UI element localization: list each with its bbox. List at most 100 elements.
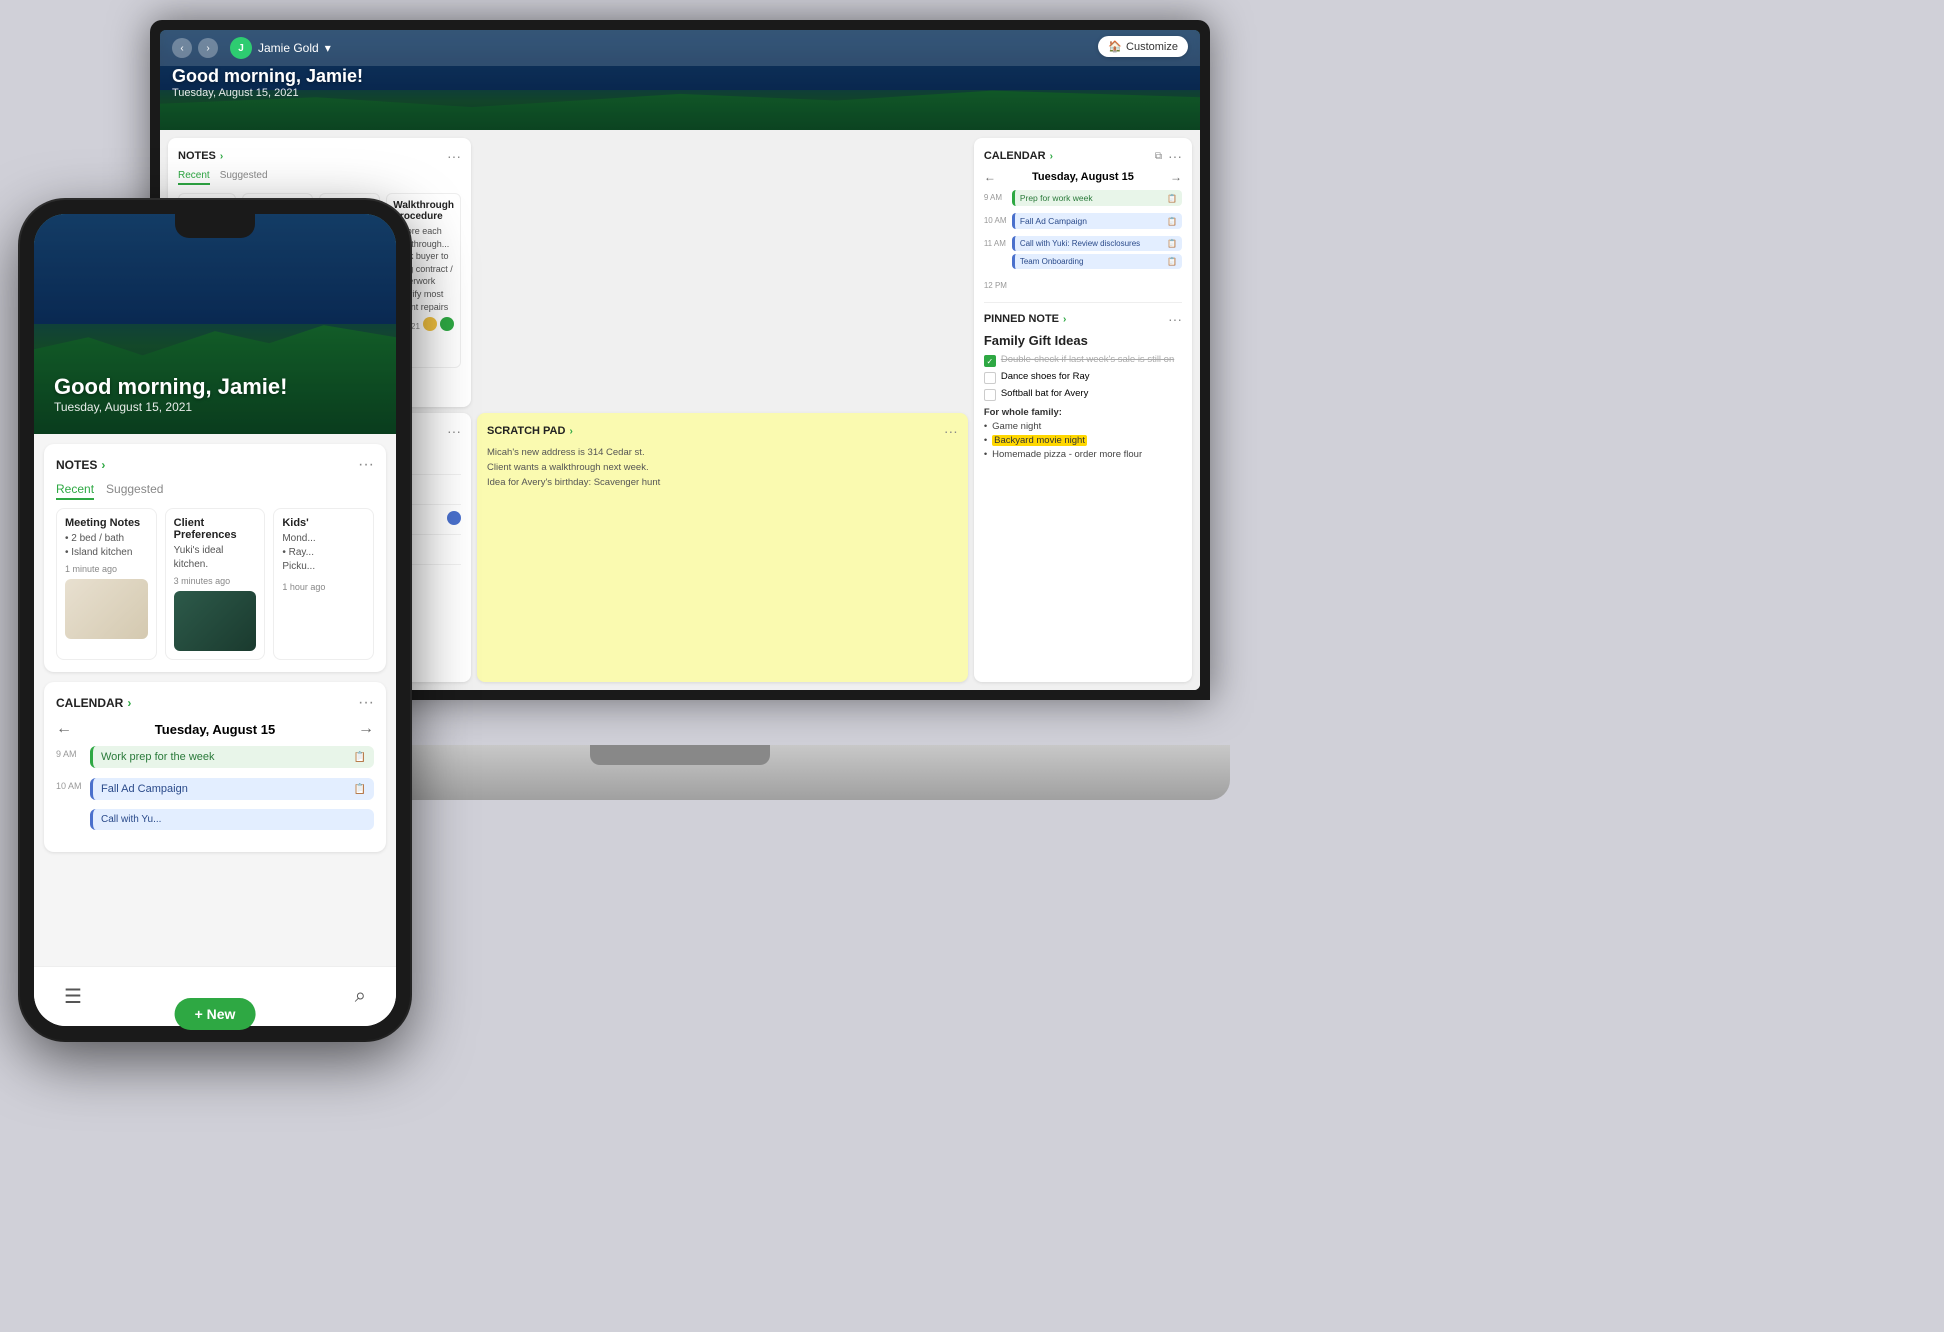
- phone-notes-more-button[interactable]: ···: [358, 456, 374, 474]
- scratch-pad-header: SCRATCH PAD › ···: [487, 423, 958, 439]
- calendar-more-button[interactable]: ···: [1168, 148, 1182, 164]
- phone-body: Good morning, Jamie! Tuesday, August 15,…: [20, 200, 410, 1040]
- laptop-user-name: Jamie Gold: [258, 41, 319, 55]
- pinned-more-button[interactable]: ···: [1168, 311, 1182, 327]
- phone-new-button[interactable]: + New: [175, 998, 256, 1026]
- laptop-greeting-text: Good morning, Jamie!: [172, 66, 363, 87]
- phone-calendar-card: CALENDAR › ··· ← Tuesday, August 15 → 9 …: [44, 682, 386, 852]
- phone-notes-header: NOTES › ···: [56, 456, 374, 474]
- phone-content: NOTES › ··· Recent Suggested Meeting Not…: [34, 434, 396, 966]
- checkbox-unchecked[interactable]: [984, 389, 996, 401]
- forward-arrow-button[interactable]: ›: [198, 38, 218, 58]
- time-label-11am: 11 AM: [984, 236, 1008, 248]
- calendar-arrow-icon[interactable]: ›: [1050, 151, 1053, 162]
- phone-time-label-9am: 9 AM: [56, 749, 84, 773]
- calendar-events: 9 AM Prep for work week 📋 10 AM Fall Ad …: [984, 190, 1182, 290]
- phone-calendar-events: 9 AM Work prep for the week 📋 10 AM Fall…: [56, 746, 374, 835]
- phone-calendar-date: Tuesday, August 15: [155, 722, 275, 737]
- tab-recent[interactable]: Recent: [178, 170, 210, 185]
- customize-button[interactable]: 🏠 Customize: [1098, 36, 1188, 57]
- phone-note-time: 3 minutes ago: [174, 576, 257, 586]
- laptop-base-notch: [590, 745, 770, 765]
- badge-yellow: [423, 317, 437, 331]
- phone-hero: Good morning, Jamie! Tuesday, August 15,…: [34, 214, 396, 434]
- laptop-nav-bar: ‹ › J Jamie Gold ▾ 🏠 Customize Good morn…: [160, 30, 1200, 66]
- pinned-note-header: PINNED NOTE › ···: [984, 311, 1182, 327]
- phone-notch: [175, 214, 255, 238]
- phone-calendar-more-button[interactable]: ···: [358, 694, 374, 712]
- notes-more-button[interactable]: ···: [447, 148, 461, 164]
- phone-menu-icon[interactable]: ☰: [64, 984, 82, 1009]
- phone-event-call[interactable]: Call with Yu...: [90, 809, 374, 830]
- calendar-event-call[interactable]: Call with Yuki: Review disclosures 📋: [1012, 236, 1182, 251]
- back-arrow-button[interactable]: ‹: [172, 38, 192, 58]
- calendar-copy-icon[interactable]: ⧉: [1155, 151, 1162, 162]
- pinned-note-section: PINNED NOTE › ··· Family Gift Ideas ✓ Do…: [984, 302, 1182, 460]
- checkbox-checked[interactable]: ✓: [984, 355, 996, 367]
- phone-calendar-arrow-icon[interactable]: ›: [127, 696, 131, 710]
- phone-calendar-header: CALENDAR › ···: [56, 694, 374, 712]
- calendar-event-fall[interactable]: Fall Ad Campaign 📋: [1012, 213, 1182, 229]
- calendar-prev-button[interactable]: ←: [984, 170, 996, 184]
- scratch-pad-text[interactable]: Micah's new address is 314 Cedar st. Cli…: [487, 445, 958, 491]
- phone-note-client[interactable]: Client Preferences Yuki's ideal kitchen.…: [165, 508, 266, 660]
- phone-event-prep[interactable]: Work prep for the week 📋: [90, 746, 374, 768]
- phone-notes-card: NOTES › ··· Recent Suggested Meeting Not…: [44, 444, 386, 672]
- pinned-bullet-pizza: •Homemade pizza - order more flour: [984, 449, 1182, 460]
- calendar-card-title: CALENDAR ›: [984, 150, 1053, 162]
- laptop-date-text: Tuesday, August 15, 2021: [172, 87, 363, 99]
- laptop-greeting: Good morning, Jamie! Tuesday, August 15,…: [172, 66, 363, 99]
- phone-note-kids[interactable]: Kids' Mond...• Ray...Picku... 1 hour ago: [273, 508, 374, 660]
- note-icon: 📋: [1167, 257, 1177, 266]
- phone-note-meeting[interactable]: Meeting Notes • 2 bed / bath• Island kit…: [56, 508, 157, 660]
- calendar-card-header: CALENDAR › ⧉ ···: [984, 148, 1182, 164]
- pinned-item-checked[interactable]: ✓ Double-check if last week's sale is st…: [984, 354, 1182, 367]
- assignee-badge: [447, 511, 461, 525]
- pinned-bullet-game-night: •Game night: [984, 421, 1182, 432]
- scratch-pad-title: SCRATCH PAD ›: [487, 425, 573, 437]
- phone-tab-suggested[interactable]: Suggested: [106, 482, 163, 500]
- phone-note-title: Client Preferences: [174, 517, 257, 541]
- laptop-user-avatar: J: [230, 37, 252, 59]
- laptop-user-badge[interactable]: J Jamie Gold ▾: [230, 37, 331, 59]
- calendar-time-row: 11 AM Call with Yuki: Review disclosures…: [984, 236, 1182, 269]
- calendar-next-button[interactable]: →: [1170, 170, 1182, 184]
- laptop-user-dropdown-icon[interactable]: ▾: [325, 41, 331, 55]
- phone-note-time: 1 minute ago: [65, 564, 148, 574]
- phone-cal-time-row: 9 AM Work prep for the week 📋: [56, 746, 374, 773]
- home-icon: 🏠: [1108, 40, 1122, 53]
- note-icon: 📋: [1167, 217, 1177, 226]
- time-label-10am: 10 AM: [984, 213, 1008, 225]
- pinned-section-title: For whole family:: [984, 407, 1182, 418]
- phone-note-title: Meeting Notes: [65, 517, 148, 529]
- phone-calendar-prev-button[interactable]: ←: [56, 720, 72, 738]
- checkbox-unchecked[interactable]: [984, 372, 996, 384]
- notes-card-title: NOTES ›: [178, 150, 223, 162]
- phone-tab-recent[interactable]: Recent: [56, 482, 94, 500]
- calendar-card: CALENDAR › ⧉ ··· ← Tuesday, August 15 →: [974, 138, 1192, 682]
- calendar-nav: ← Tuesday, August 15 →: [984, 170, 1182, 184]
- scratch-arrow-icon[interactable]: ›: [569, 426, 572, 437]
- scratch-more-button[interactable]: ···: [944, 423, 958, 439]
- phone-calendar-nav: ← Tuesday, August 15 →: [56, 720, 374, 738]
- phone-notes-arrow-icon[interactable]: ›: [101, 458, 105, 472]
- phone-note-time: 1 hour ago: [282, 582, 325, 592]
- pinned-arrow-icon[interactable]: ›: [1063, 314, 1066, 325]
- notes-arrow-icon[interactable]: ›: [220, 151, 223, 162]
- calendar-event-team[interactable]: Team Onboarding 📋: [1012, 254, 1182, 269]
- note-icon: 📋: [1167, 239, 1177, 248]
- phone-search-icon[interactable]: ⌕: [355, 985, 366, 1008]
- tasks-more-button[interactable]: ···: [447, 423, 461, 439]
- phone-calendar-next-button[interactable]: →: [358, 720, 374, 738]
- phone-note-thumbnail: [174, 591, 257, 651]
- phone-container: Good morning, Jamie! Tuesday, August 15,…: [20, 200, 410, 1040]
- phone-event-fall[interactable]: Fall Ad Campaign 📋: [90, 778, 374, 800]
- time-label-12pm: 12 PM: [984, 278, 1008, 290]
- pinned-item-dance-shoes[interactable]: Dance shoes for Ray: [984, 371, 1182, 384]
- calendar-event-prep[interactable]: Prep for work week 📋: [1012, 190, 1182, 206]
- pinned-item-softball-bat[interactable]: Softball bat for Avery: [984, 388, 1182, 401]
- phone-time-label-10am: 10 AM: [56, 781, 84, 835]
- tab-suggested[interactable]: Suggested: [220, 170, 268, 185]
- phone-event-note-icon: 📋: [354, 752, 366, 763]
- phone-event-note-icon: 📋: [354, 784, 366, 795]
